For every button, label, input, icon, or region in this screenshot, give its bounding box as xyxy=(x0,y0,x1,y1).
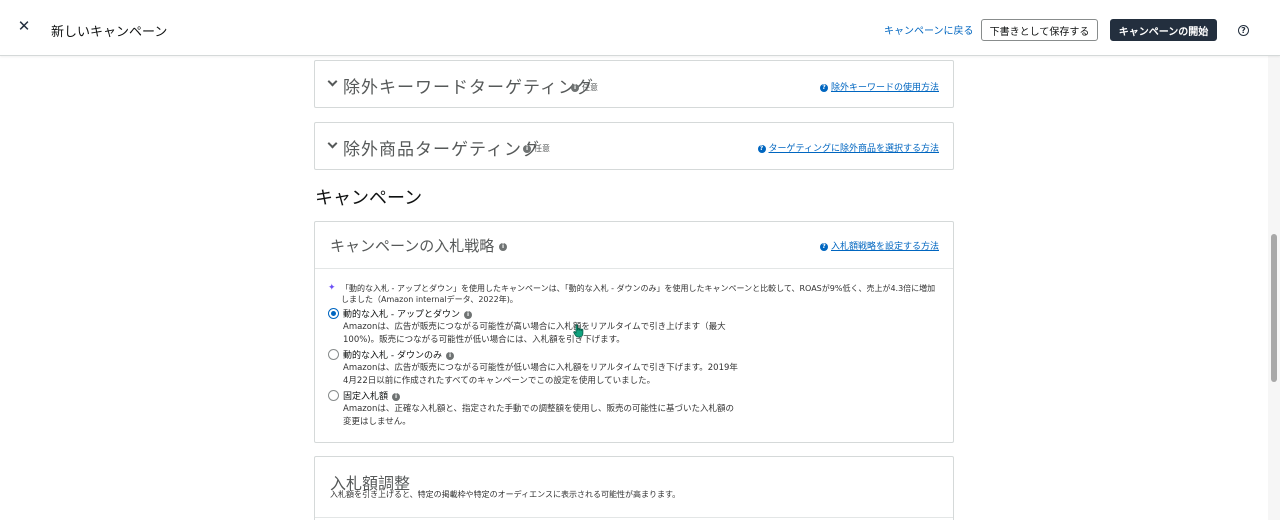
start-campaign-button[interactable]: キャンペーンの開始 xyxy=(1110,19,1217,41)
option-description: Amazonは、広告が販売につながる可能性が高い場合に入札額をリアルタイムで引き… xyxy=(343,322,726,345)
page-title: 新しいキャンペーン xyxy=(51,25,168,40)
negative-keyword-card[interactable]: 除外キーワードターゲティング i 任意 ? 除外キーワードの使用方法 xyxy=(314,60,954,108)
question-icon: ? xyxy=(819,242,828,251)
help-icon[interactable]: ? xyxy=(1238,25,1249,36)
chevron-down-icon[interactable] xyxy=(327,138,338,149)
sparkle-icon: ✦ xyxy=(328,283,336,293)
option-label: 動的な入札 - ダウンのみ i xyxy=(343,348,454,361)
top-bar: ✕ 新しいキャンペーン キャンペーンに戻る 下書きとして保存する キャンペーンの… xyxy=(0,0,1280,56)
close-icon[interactable]: ✕ xyxy=(17,19,31,34)
info-icon: i xyxy=(571,83,579,92)
scrollbar-thumb[interactable] xyxy=(1271,234,1277,382)
question-icon: ? xyxy=(757,144,766,153)
optional-tag: i 任意 xyxy=(571,82,598,93)
negative-product-card[interactable]: 除外商品ターゲティング i 任意 ? ターゲティングに除外商品を選択する方法 xyxy=(314,122,954,170)
info-icon: i xyxy=(499,242,508,251)
negative-keyword-help-link[interactable]: ? 除外キーワードの使用方法 xyxy=(819,80,939,93)
option-description: Amazonは、広告が販売につながる可能性が低い場合に入札額をリアルタイムで引き… xyxy=(343,363,738,386)
divider xyxy=(315,517,953,518)
info-icon: i xyxy=(445,351,454,360)
info-icon: i xyxy=(523,144,531,153)
negative-keyword-title: 除外キーワードターゲティング xyxy=(343,78,594,98)
info-icon: i xyxy=(463,310,472,319)
option-label: 動的な入札 - アップとダウン i xyxy=(343,307,472,320)
hand-cursor-icon xyxy=(573,324,584,338)
option-description: Amazonは、正確な入札額と、指定された手動での調整額を使用し、販売の可能性に… xyxy=(343,404,735,427)
radio-button[interactable] xyxy=(328,349,339,360)
radio-button[interactable] xyxy=(328,390,339,401)
radio-button-selected[interactable] xyxy=(328,308,339,319)
bid-strategy-card: キャンペーンの入札戦略 i ? 入札額戦略を設定する方法 ✦ 「動的な入札 - ア… xyxy=(314,221,954,443)
bid-strategy-help-link[interactable]: ? 入札額戦略を設定する方法 xyxy=(819,239,939,252)
bid-strategy-title: キャンペーンの入札戦略 i xyxy=(330,235,508,256)
divider xyxy=(315,268,953,269)
optional-tag: i 任意 xyxy=(523,143,550,154)
option-label: 固定入札額 i xyxy=(343,389,401,402)
negative-product-help-link[interactable]: ? ターゲティングに除外商品を選択する方法 xyxy=(757,141,939,154)
campaign-section-heading: キャンペーン xyxy=(315,188,423,209)
bid-adjustment-subtitle: 入札額を引き上げると、特定の掲載枠や特定のオーディエンスに表示される可能性が高ま… xyxy=(330,490,681,499)
info-icon: i xyxy=(392,392,401,401)
chevron-down-icon[interactable] xyxy=(327,76,338,87)
save-draft-button[interactable]: 下書きとして保存する xyxy=(981,19,1098,41)
bid-adjustment-card: 入札額調整 入札額を引き上げると、特定の掲載枠や特定のオーディエンスに表示される… xyxy=(314,456,954,520)
back-to-campaigns-link[interactable]: キャンペーンに戻る xyxy=(884,22,974,37)
question-icon: ? xyxy=(819,83,828,92)
vertical-scrollbar[interactable] xyxy=(1268,56,1280,520)
negative-product-title: 除外商品ターゲティング xyxy=(343,140,540,160)
bid-strategy-note: ✦ 「動的な入札 - アップとダウン」を使用したキャンペーンは、「動的な入札 -… xyxy=(328,283,936,304)
